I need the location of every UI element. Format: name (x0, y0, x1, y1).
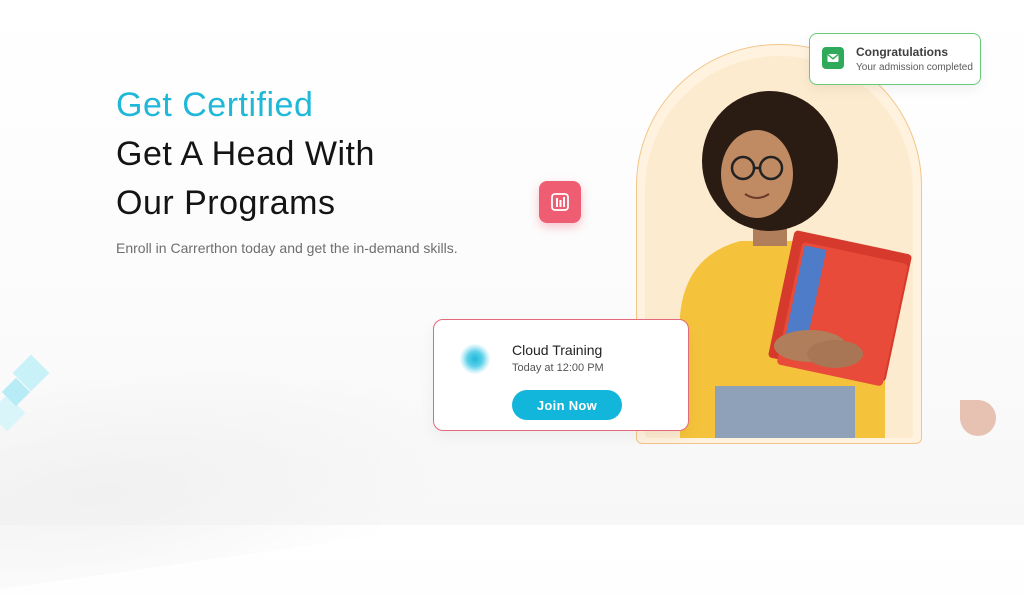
class-title: Cloud Training (512, 342, 603, 358)
chart-badge (539, 181, 581, 223)
notification-subtitle: Your admission completed (856, 62, 973, 73)
join-now-button[interactable]: Join Now (512, 390, 622, 420)
hero-subtitle: Enroll in Carrerthon today and get the i… (116, 240, 458, 256)
class-card: Cloud Training Today at 12:00 PM Join No… (433, 319, 689, 431)
hero-title-line-1: Get A Head With (116, 135, 375, 173)
live-indicator-icon (460, 344, 490, 374)
notification-title: Congratulations (856, 45, 948, 59)
class-time: Today at 12:00 PM (512, 362, 604, 374)
admission-notification: Congratulations Your admission completed (809, 33, 981, 85)
mail-icon (827, 53, 839, 62)
mail-badge (822, 47, 844, 69)
bar-chart-icon (551, 193, 569, 211)
hero-title-line-2: Our Programs (116, 184, 336, 222)
background-decoration (0, 324, 472, 595)
hero-accent-title: Get Certified (116, 86, 314, 124)
decor-shape (960, 400, 996, 436)
